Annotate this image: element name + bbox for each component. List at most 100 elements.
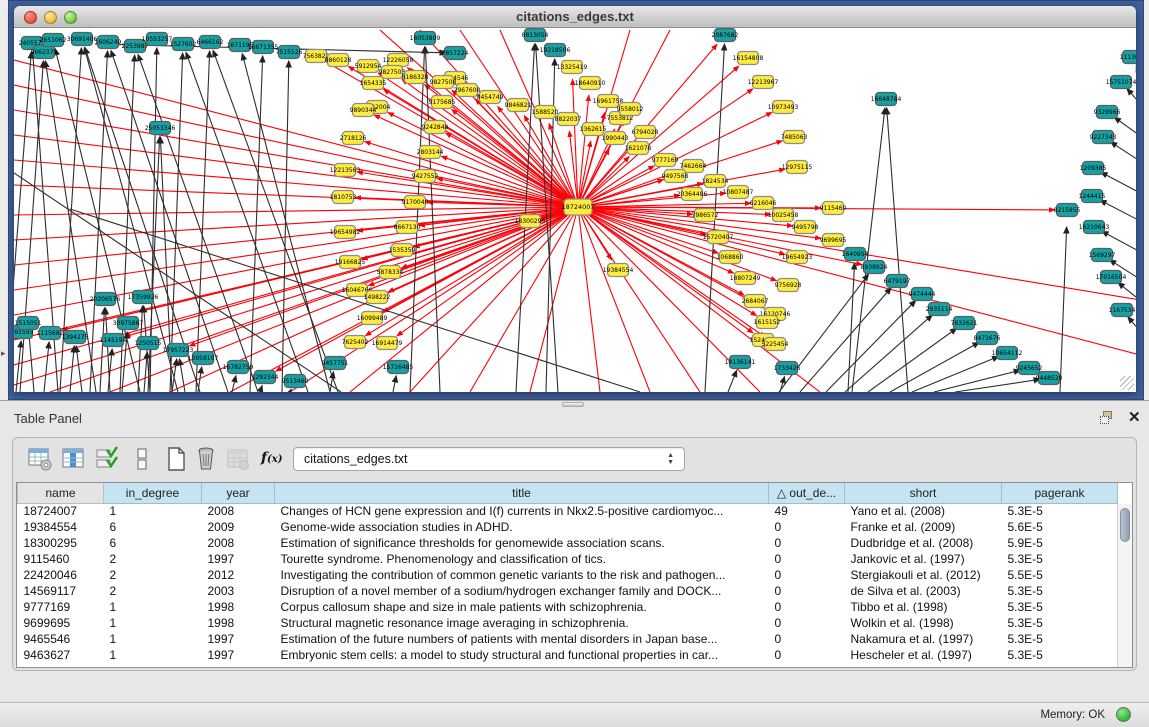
graph-node[interactable]: 10654112 [992, 347, 1023, 360]
graph-node[interactable]: 1733426 [774, 362, 801, 375]
graph-node[interactable]: 16914479 [372, 337, 403, 350]
graph-node[interactable]: 1621078 [625, 142, 652, 155]
float-panel-icon[interactable] [1100, 411, 1116, 425]
graph-node[interactable]: 8822037 [555, 113, 582, 126]
graph-node[interactable]: 18300295 [515, 215, 546, 228]
graph-node[interactable]: 13325419 [557, 61, 588, 74]
graph-node[interactable]: 19654923 [782, 251, 813, 264]
graph-node[interactable]: 9170046 [402, 196, 429, 209]
graph-node[interactable]: 17359926 [128, 291, 159, 304]
graph-node[interactable]: 16210643 [1079, 221, 1110, 234]
graph-node[interactable]: 2651062 [40, 34, 67, 47]
graph-node[interactable]: 1113054 [1120, 51, 1136, 64]
graph-node[interactable]: 2087682 [712, 29, 739, 42]
graph-node[interactable]: 7986572 [692, 209, 719, 222]
graph-node[interactable]: 2718126 [340, 132, 367, 145]
table-row[interactable]: 1456911722003Disruption of a novel membe… [18, 583, 1118, 599]
graph-node[interactable]: 8938924 [861, 261, 888, 274]
graph-node[interactable]: 2684067 [742, 295, 769, 308]
table-row[interactable]: 946362711997Embryonic stem cells: a mode… [18, 647, 1118, 663]
graph-node[interactable]: 8186328 [402, 71, 429, 84]
graph-node[interactable]: 9846821 [505, 99, 532, 112]
graph-node[interactable]: 9448520 [1036, 372, 1063, 385]
table-row[interactable]: 1830029562008Estimation of significance … [18, 535, 1118, 551]
graph-node[interactable]: 8667130 [394, 221, 421, 234]
graph-node[interactable]: 1640954 [842, 248, 869, 261]
graph-node[interactable]: 10025458 [768, 209, 799, 222]
graph-node[interactable]: 8471676 [974, 332, 1001, 345]
graph-node[interactable]: 19654982 [330, 226, 361, 239]
window-titlebar[interactable]: citations_edges.txt [14, 6, 1136, 28]
graph-node[interactable]: 1244415 [1079, 190, 1106, 203]
clear-selection-icon[interactable] [129, 446, 155, 472]
column-header-pagerank[interactable]: pagerank [1002, 483, 1118, 503]
graph-node[interactable]: 9890344 [350, 104, 377, 117]
graph-node[interactable]: 15751074 [1106, 76, 1136, 89]
graph-node[interactable]: 10958107 [188, 352, 219, 365]
graph-node[interactable]: 1250515 [135, 337, 162, 350]
table-row[interactable]: 969969511998Structural magnetic resonanc… [18, 615, 1118, 631]
graph-node[interactable]: 1824534 [702, 175, 729, 188]
network-graph[interactable]: 7563822886012859129541654335234200498903… [14, 28, 1136, 392]
graph-node[interactable]: 9427552 [412, 170, 439, 183]
graph-node[interactable]: 9242848 [422, 121, 449, 134]
graph-node[interactable]: 1569297 [1089, 249, 1116, 262]
graph-node[interactable]: 7515526 [276, 46, 303, 59]
graph-node[interactable]: 18640910 [575, 77, 606, 90]
graph-node[interactable]: 12213967 [748, 76, 779, 89]
graph-node[interactable]: 1498222 [364, 291, 391, 304]
graph-node[interactable]: 16782759 [223, 361, 254, 374]
graph-node[interactable]: 9777169 [652, 154, 679, 167]
graph-node[interactable]: 7625402 [342, 336, 369, 349]
graph-node[interactable]: 12226058 [383, 54, 414, 67]
graph-node[interactable]: 20364486 [677, 188, 708, 201]
graph-node[interactable]: 9245652 [1016, 362, 1043, 375]
graph-node[interactable]: 5912954 [355, 60, 382, 73]
graph-node[interactable]: 14136141 [725, 356, 756, 369]
graph-node[interactable]: 6216046 [750, 197, 777, 210]
graph-node[interactable]: 8454749 [477, 91, 504, 104]
table-mode-icon[interactable] [27, 446, 53, 472]
graph-node[interactable]: 9513460 [282, 375, 309, 388]
graph-node[interactable]: 8813054 [522, 29, 549, 42]
graph-node[interactable]: 16099489 [357, 312, 388, 325]
graph-node[interactable]: 12213563 [330, 164, 361, 177]
graph-node[interactable]: 1292344 [252, 371, 279, 384]
graph-node[interactable]: 12975115 [782, 161, 813, 174]
graph-node[interactable]: 9115460 [820, 202, 847, 215]
graph-node[interactable]: 8215955 [1054, 204, 1081, 217]
graph-node[interactable]: 5225454 [762, 338, 789, 351]
graph-node[interactable]: 19384554 [603, 264, 634, 277]
graph-node[interactable]: 1535359 [389, 244, 416, 257]
graph-node[interactable]: 7632621 [951, 317, 978, 330]
table-scrollbar[interactable] [1117, 504, 1132, 668]
column-header-name[interactable]: name [18, 483, 104, 503]
table-row[interactable]: 946554611997Estimation of the future num… [18, 631, 1118, 647]
select-all-icon[interactable] [93, 446, 119, 472]
graph-node[interactable]: 18807249 [730, 272, 761, 285]
graph-node[interactable]: 17016504 [1096, 271, 1127, 284]
graph-node[interactable]: 9227343 [1090, 131, 1117, 144]
memory-status-indicator[interactable] [1116, 707, 1131, 722]
graph-node[interactable]: 1394275 [62, 331, 89, 344]
column-header-in_degree[interactable]: in_degree [104, 483, 202, 503]
graph-node[interactable]: 1068860 [717, 251, 744, 264]
graph-node[interactable]: 30975887 [113, 317, 144, 330]
graph-node[interactable]: 1115682 [37, 327, 64, 340]
graph-node[interactable]: 9495798 [792, 221, 819, 234]
column-header-short[interactable]: short [845, 483, 1002, 503]
graph-node[interactable]: 15716485 [383, 361, 414, 374]
table-row[interactable]: 977716911998Corpus callosum shape and si… [18, 599, 1118, 615]
graph-node[interactable]: 1990443 [602, 132, 629, 145]
network-canvas[interactable]: 7563822886012859129541654335234200498903… [14, 28, 1136, 392]
graph-node[interactable]: 2935114 [926, 303, 953, 316]
graph-node[interactable]: 9497568 [662, 170, 689, 183]
table-row[interactable]: 1938455462009Genome-wide association stu… [18, 519, 1118, 535]
graph-node[interactable]: 9062379 [31, 46, 58, 59]
graph-node[interactable]: 1810753 [330, 191, 357, 204]
graph-node[interactable]: 9699695 [820, 234, 847, 247]
graph-node[interactable]: 19166825 [335, 256, 366, 269]
graph-node[interactable]: 10553257 [142, 33, 173, 46]
column-header-out_de[interactable]: △ out_de... [769, 483, 845, 503]
close-panel-icon[interactable]: ✕ [1128, 408, 1141, 426]
